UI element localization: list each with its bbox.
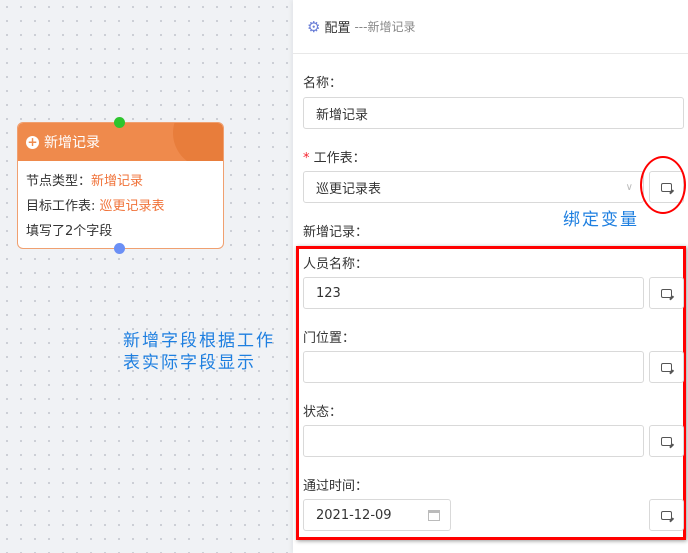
edit-variable-icon bbox=[661, 436, 672, 446]
field-input-status[interactable] bbox=[303, 425, 644, 457]
highlight-ellipse bbox=[640, 156, 686, 214]
date-picker[interactable]: 2021-12-09 bbox=[303, 499, 451, 531]
plus-circle-icon: + bbox=[26, 134, 39, 149]
node-fields-row: 填写了2个字段 bbox=[26, 224, 113, 239]
bind-variable-button[interactable] bbox=[649, 277, 684, 309]
node-target-row: 目标工作表: 巡更记录表 bbox=[26, 199, 165, 214]
flow-node-add-record[interactable]: + 新增记录 节点类型：新增记录 目标工作表: 巡更记录表 填写了2个字段 bbox=[17, 122, 224, 249]
panel-header: ⚙ 配置 ---新增记录 bbox=[293, 0, 688, 54]
input-handle[interactable] bbox=[114, 117, 125, 128]
panel-title: 配置 bbox=[324, 21, 351, 36]
node-header: + 新增记录 bbox=[18, 123, 223, 161]
annotation-fields: 新增字段根据工作 表实际字段显示 bbox=[123, 331, 275, 373]
field-label: 通过时间： bbox=[303, 479, 369, 494]
field-label: 门位置： bbox=[303, 331, 356, 346]
panel-subtitle: ---新增记录 bbox=[354, 20, 416, 34]
bind-variable-button[interactable] bbox=[649, 425, 684, 457]
edit-variable-icon bbox=[661, 288, 672, 298]
field-input-person[interactable]: 123 bbox=[303, 277, 644, 309]
node-type-row: 节点类型：新增记录 bbox=[26, 174, 144, 189]
header-decoration bbox=[173, 123, 223, 161]
sheet-label: * 工作表： bbox=[303, 151, 366, 166]
gear-icon: ⚙ bbox=[307, 17, 321, 36]
annotation-bind: 绑定变量 bbox=[563, 210, 639, 230]
name-input[interactable]: 新增记录 bbox=[303, 97, 684, 129]
sheet-select[interactable]: 巡更记录表 ∨ bbox=[303, 171, 644, 203]
field-label: 状态： bbox=[303, 405, 343, 420]
node-title: 新增记录 bbox=[44, 135, 100, 151]
chevron-down-icon: ∨ bbox=[625, 181, 633, 193]
calendar-icon bbox=[428, 509, 440, 521]
bind-variable-button[interactable] bbox=[649, 351, 684, 383]
bind-variable-button[interactable] bbox=[649, 499, 684, 531]
edit-variable-icon bbox=[661, 362, 672, 372]
flow-canvas[interactable]: + 新增记录 节点类型：新增记录 目标工作表: 巡更记录表 填写了2个字段 新增… bbox=[0, 0, 293, 553]
edit-variable-icon bbox=[661, 510, 672, 520]
field-label: 人员名称： bbox=[303, 257, 369, 272]
output-handle[interactable] bbox=[114, 243, 125, 254]
record-label: 新增记录： bbox=[303, 225, 369, 240]
config-panel: ⚙ 配置 ---新增记录 名称： 新增记录 * 工作表： 巡更记录表 ∨ 绑定变量 … bbox=[293, 0, 688, 553]
field-input-door[interactable] bbox=[303, 351, 644, 383]
name-label: 名称： bbox=[303, 76, 343, 91]
